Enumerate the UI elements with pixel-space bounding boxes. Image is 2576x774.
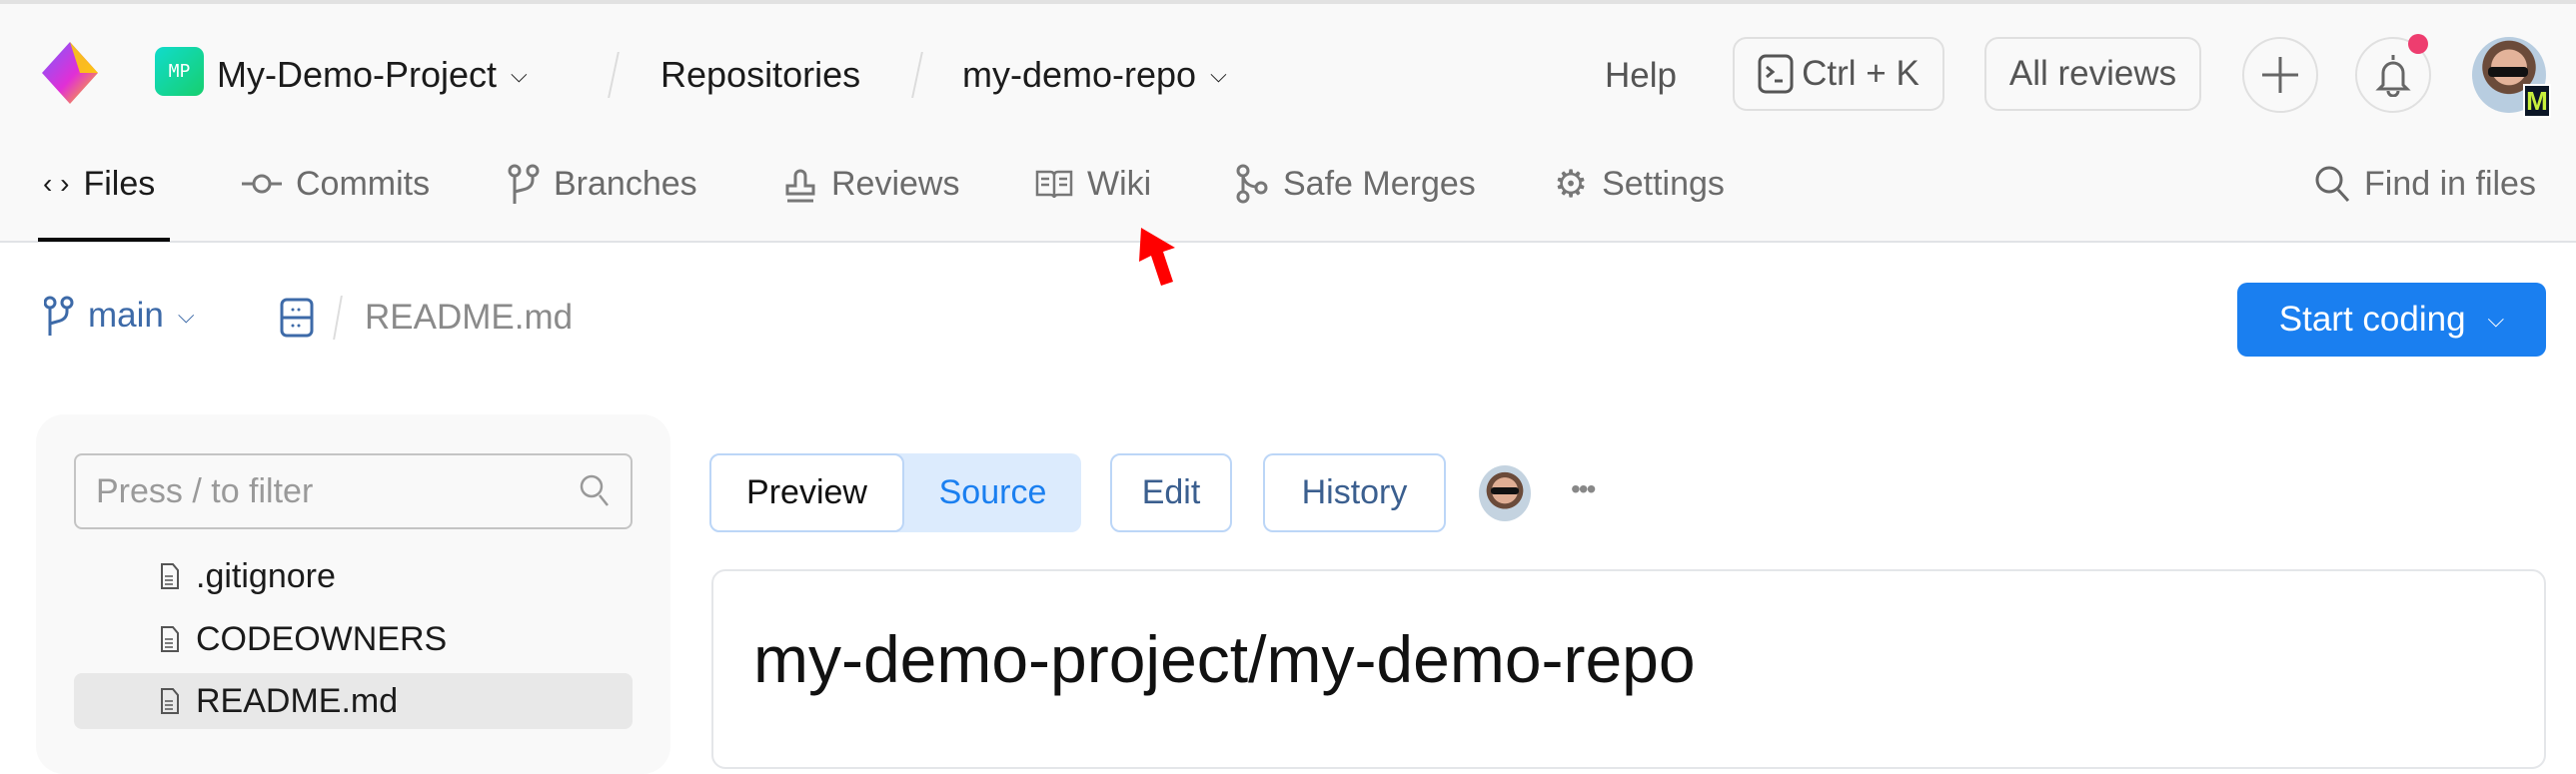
book-icon bbox=[1035, 170, 1073, 199]
history-button[interactable]: History bbox=[1263, 453, 1446, 532]
file-icon bbox=[161, 626, 179, 652]
repo-root-icon[interactable] bbox=[280, 298, 314, 338]
more-options-button[interactable]: ••• bbox=[1571, 473, 1596, 505]
repo-switcher[interactable]: my-demo-repo ⌵ bbox=[962, 54, 1227, 96]
preview-tab[interactable]: Preview bbox=[709, 453, 904, 532]
chevron-down-icon: ⌵ bbox=[2487, 307, 2505, 332]
merge-icon bbox=[1236, 164, 1268, 204]
branch-icon bbox=[44, 296, 74, 336]
tab-branches[interactable]: Branches bbox=[508, 162, 697, 206]
branch-selector[interactable]: main ⌵ bbox=[44, 296, 195, 336]
help-link[interactable]: Help bbox=[1605, 56, 1677, 96]
notification-dot bbox=[2408, 34, 2428, 54]
filter-input[interactable]: Press / to filter bbox=[74, 453, 633, 529]
view-mode-toggle: Preview Source bbox=[709, 453, 1081, 532]
chevron-down-icon: ⌵ bbox=[511, 62, 528, 87]
file-item[interactable]: .gitignore bbox=[160, 554, 336, 598]
tab-files[interactable]: ‹ › Files bbox=[43, 162, 155, 206]
plus-icon bbox=[2262, 57, 2298, 93]
project-name: My-Demo-Project bbox=[217, 54, 498, 95]
file-item-selected[interactable]: README.md bbox=[160, 679, 398, 723]
tab-label: Reviews bbox=[831, 164, 960, 203]
tab-label: Commits bbox=[296, 164, 431, 203]
repo-name: my-demo-repo bbox=[962, 54, 1197, 95]
start-coding-button[interactable]: Start coding ⌵ bbox=[2237, 283, 2546, 357]
chevron-down-icon: ⌵ bbox=[1210, 62, 1227, 87]
gear-icon: ⚙ bbox=[1554, 163, 1589, 206]
bell-icon bbox=[2375, 55, 2411, 97]
edit-button[interactable]: Edit bbox=[1110, 453, 1232, 532]
project-switcher[interactable]: My-Demo-Project ⌵ bbox=[217, 54, 528, 96]
file-icon bbox=[161, 563, 179, 589]
code-icon: ‹ › bbox=[43, 168, 70, 199]
search-icon bbox=[580, 474, 609, 506]
find-in-files-button[interactable]: Find in files bbox=[2314, 162, 2536, 206]
create-button[interactable] bbox=[2242, 37, 2318, 113]
tab-wiki[interactable]: Wiki bbox=[1035, 162, 1151, 206]
readme-title: my-demo-project/my-demo-repo bbox=[753, 622, 1696, 696]
tab-label: Wiki bbox=[1087, 164, 1152, 203]
source-tab[interactable]: Source bbox=[904, 453, 1081, 532]
commit-icon bbox=[242, 174, 282, 194]
branch-icon bbox=[508, 164, 540, 204]
file-path: README.md bbox=[365, 298, 574, 337]
org-badge: M bbox=[2523, 84, 2551, 118]
tab-label: Safe Merges bbox=[1283, 164, 1476, 203]
top-header: MP My-Demo-Project ⌵ Repositories my-demo… bbox=[0, 0, 2576, 243]
start-coding-label: Start coding bbox=[2278, 300, 2466, 339]
terminal-icon bbox=[1758, 54, 1794, 94]
file-icon bbox=[161, 688, 179, 714]
tab-label: Branches bbox=[554, 164, 697, 203]
branch-name: main bbox=[88, 296, 164, 335]
project-avatar[interactable]: MP bbox=[155, 47, 204, 96]
active-tab-indicator bbox=[38, 238, 170, 242]
sunglasses bbox=[1491, 487, 1519, 494]
tab-label: Settings bbox=[1602, 164, 1725, 203]
search-icon bbox=[2315, 166, 2350, 203]
find-label: Find in files bbox=[2364, 164, 2536, 203]
tab-label: Files bbox=[83, 164, 156, 203]
stamp-icon bbox=[785, 169, 815, 203]
breadcrumb-separator bbox=[608, 52, 620, 98]
tab-reviews[interactable]: Reviews bbox=[783, 162, 959, 206]
shortcut-label: Ctrl + K bbox=[1802, 54, 1920, 93]
path-separator bbox=[333, 296, 343, 340]
annotation-arrow-icon bbox=[1139, 228, 1175, 286]
all-reviews-button[interactable]: All reviews bbox=[1984, 37, 2201, 111]
breadcrumb-separator bbox=[911, 52, 923, 98]
file-name: CODEOWNERS bbox=[196, 619, 448, 658]
chevron-down-icon: ⌵ bbox=[177, 303, 195, 328]
command-palette-button[interactable]: Ctrl + K bbox=[1733, 37, 1944, 111]
readme-content-card: my-demo-project/my-demo-repo bbox=[711, 569, 2546, 769]
file-name: README.md bbox=[196, 681, 399, 720]
sunglasses bbox=[2488, 67, 2528, 77]
tab-safe-merges[interactable]: Safe Merges bbox=[1235, 162, 1476, 206]
file-item[interactable]: CODEOWNERS bbox=[160, 617, 447, 661]
filter-placeholder: Press / to filter bbox=[96, 471, 314, 510]
tab-commits[interactable]: Commits bbox=[242, 162, 430, 206]
breadcrumb-repositories[interactable]: Repositories bbox=[660, 54, 860, 96]
file-name: .gitignore bbox=[196, 556, 336, 595]
tab-settings[interactable]: ⚙ Settings bbox=[1554, 162, 1725, 206]
last-author-avatar[interactable] bbox=[1479, 465, 1531, 521]
app-logo[interactable] bbox=[40, 42, 100, 104]
